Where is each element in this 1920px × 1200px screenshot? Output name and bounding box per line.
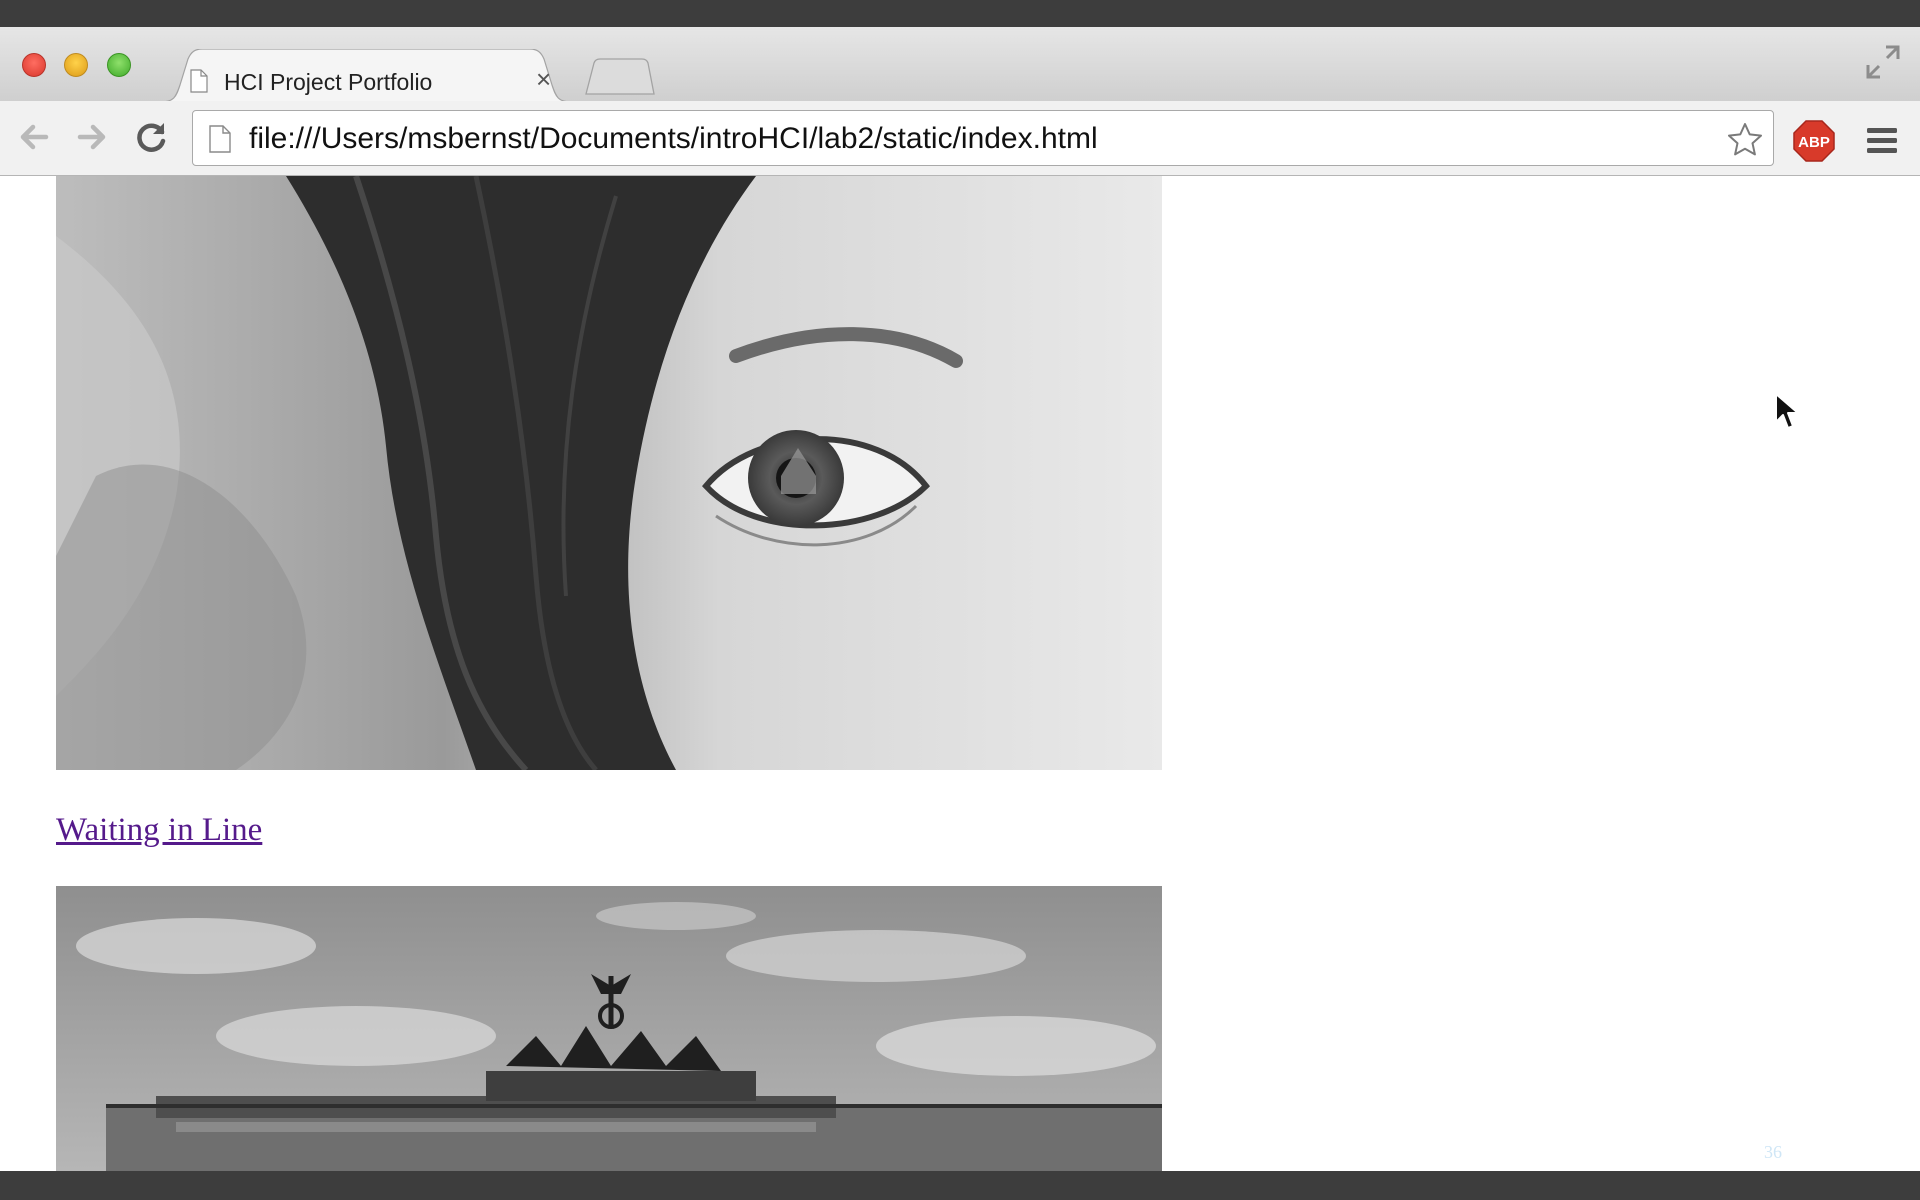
fullscreen-icon[interactable] bbox=[1866, 45, 1900, 79]
eye-portrait-photo[interactable] bbox=[56, 176, 1162, 770]
document-icon bbox=[190, 69, 208, 93]
tab-active[interactable]: HCI Project Portfolio × bbox=[160, 49, 572, 102]
url-text[interactable]: file:///Users/msbernst/Documents/introHC… bbox=[249, 122, 1098, 156]
minimize-window-button[interactable] bbox=[64, 53, 88, 77]
mouse-pointer-icon bbox=[1775, 393, 1799, 429]
new-tab-button[interactable] bbox=[584, 57, 656, 97]
desktop-bottom-bar bbox=[0, 1171, 1920, 1200]
star-icon[interactable] bbox=[1726, 121, 1764, 159]
address-bar[interactable]: file:///Users/msbernst/Documents/introHC… bbox=[192, 110, 1774, 166]
desktop-top-bar bbox=[0, 0, 1920, 27]
waiting-in-line-link[interactable]: Waiting in Line bbox=[56, 812, 262, 849]
hamburger-menu-icon[interactable] bbox=[1865, 125, 1899, 157]
document-icon bbox=[209, 125, 231, 153]
forward-arrow-icon[interactable] bbox=[74, 119, 110, 155]
zoom-window-button[interactable] bbox=[107, 53, 131, 77]
brandenburg-gate-photo[interactable] bbox=[56, 886, 1162, 1171]
page-content: Waiting in Line 36 bbox=[0, 176, 1920, 1171]
adblock-badge-text: ABP bbox=[1798, 134, 1830, 151]
back-arrow-icon[interactable] bbox=[16, 119, 52, 155]
browser-toolbar: file:///Users/msbernst/Documents/introHC… bbox=[0, 101, 1920, 176]
adblock-plus-icon[interactable]: ABP bbox=[1793, 120, 1835, 162]
close-tab-button[interactable]: × bbox=[536, 64, 551, 95]
tab-strip: HCI Project Portfolio × bbox=[0, 27, 1920, 102]
browser-window: HCI Project Portfolio × file:///Users/ms… bbox=[0, 27, 1920, 1171]
reload-icon[interactable] bbox=[134, 119, 170, 155]
tab-title: HCI Project Portfolio bbox=[224, 69, 433, 95]
slide-number: 36 bbox=[1764, 1142, 1782, 1162]
close-window-button[interactable] bbox=[22, 53, 46, 77]
